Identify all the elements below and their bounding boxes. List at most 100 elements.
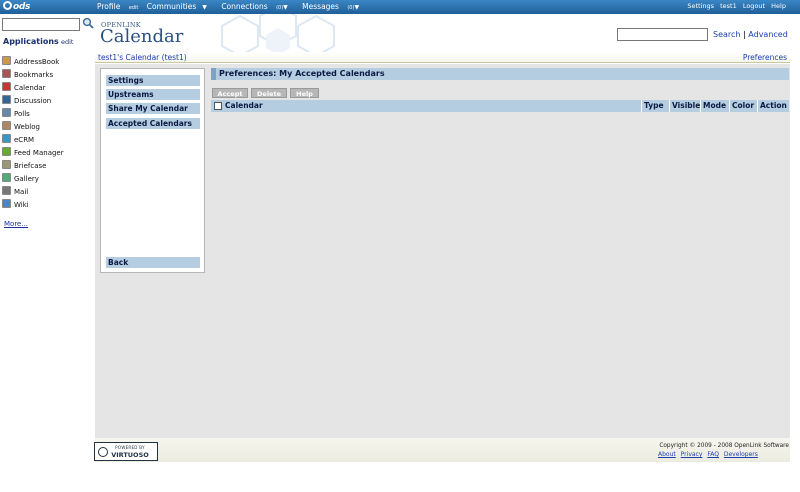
mail-icon bbox=[2, 186, 11, 195]
app-item-label: Polls bbox=[14, 110, 30, 118]
hexagon-decoration bbox=[221, 14, 335, 54]
app-search-input[interactable] bbox=[2, 18, 80, 31]
gallery-icon bbox=[2, 173, 11, 182]
ecrm-icon bbox=[2, 134, 11, 143]
table-header: Calendar Type Visible Mode Color Action bbox=[211, 100, 789, 112]
nav-messages-label: Messages bbox=[302, 2, 339, 11]
advanced-search-link[interactable]: Advanced bbox=[748, 30, 788, 39]
account-links: Settings test1 Logout Help bbox=[683, 2, 786, 10]
bookmarks-icon bbox=[2, 69, 11, 78]
header-search-input[interactable] bbox=[617, 28, 708, 41]
preferences-link[interactable]: Preferences bbox=[743, 53, 787, 62]
nav-connections-label: Connections bbox=[221, 2, 268, 11]
breadcrumb-bar: test1's Calendar (test1) Preferences bbox=[95, 52, 790, 63]
calendar-icon bbox=[2, 82, 11, 91]
wiki-icon bbox=[2, 199, 11, 208]
addressbook-icon bbox=[2, 56, 11, 65]
column-color[interactable]: Color bbox=[729, 100, 754, 112]
column-calendar[interactable]: Calendar bbox=[223, 100, 263, 112]
app-item-calendar[interactable]: Calendar bbox=[2, 82, 64, 95]
footer-privacy-link[interactable]: Privacy bbox=[681, 451, 703, 458]
more-apps-link[interactable]: More... bbox=[4, 220, 28, 228]
app-item-discussion[interactable]: Discussion bbox=[2, 95, 64, 108]
settings-link[interactable]: Settings bbox=[687, 2, 714, 10]
breadcrumb[interactable]: test1's Calendar (test1) bbox=[98, 53, 187, 62]
app-item-label: Wiki bbox=[14, 201, 29, 209]
column-visible[interactable]: Visible bbox=[669, 100, 700, 112]
header-search-links: Search | Advanced bbox=[713, 30, 788, 39]
nav-communities-label: Communities bbox=[146, 2, 197, 11]
discussion-icon bbox=[2, 95, 11, 104]
footer-about-link[interactable]: About bbox=[658, 451, 676, 458]
nav-profile-edit[interactable]: edit bbox=[129, 5, 139, 11]
back-button[interactable]: Back bbox=[106, 257, 200, 268]
ods-logo-icon bbox=[3, 1, 12, 10]
app-item-weblog[interactable]: Weblog bbox=[2, 121, 64, 134]
top-navigation-bar: ods Profile edit Communities ▼ Connection… bbox=[0, 0, 800, 14]
help-button[interactable]: Help bbox=[290, 88, 319, 98]
menu-item-share-my-calendar[interactable]: Share My Calendar bbox=[106, 103, 200, 114]
ods-logo-text: ods bbox=[13, 2, 31, 12]
user-link[interactable]: test1 bbox=[720, 2, 737, 10]
app-item-ecrm[interactable]: eCRM bbox=[2, 134, 64, 147]
menu-item-upstreams[interactable]: Upstreams bbox=[106, 89, 200, 100]
panel-title: Preferences: My Accepted Calendars bbox=[211, 68, 789, 80]
accepted-calendars-panel: Preferences: My Accepted Calendars Accep… bbox=[211, 68, 789, 112]
application-list: AddressBook Bookmarks Calendar Discussion Po… bbox=[2, 56, 64, 212]
briefcase-icon bbox=[2, 160, 11, 169]
delete-button[interactable]: Delete bbox=[251, 88, 287, 98]
copyright-text: Copyright © 2009 - 2008 OpenLink Softwar… bbox=[659, 443, 789, 449]
footer-faq-link[interactable]: FAQ bbox=[707, 451, 719, 458]
app-item-bookmarks[interactable]: Bookmarks bbox=[2, 69, 64, 82]
feed-icon bbox=[2, 147, 11, 156]
app-item-gallery[interactable]: Gallery bbox=[2, 173, 64, 186]
footer-developers-link[interactable]: Developers bbox=[724, 451, 758, 458]
applications-edit-link[interactable]: edit bbox=[61, 38, 73, 46]
app-item-label: Gallery bbox=[14, 175, 39, 183]
app-item-label: Mail bbox=[14, 188, 29, 196]
column-type[interactable]: Type bbox=[641, 100, 664, 112]
chevron-down-icon: ▼ bbox=[283, 4, 288, 11]
nav-profile-label: Profile bbox=[97, 2, 121, 11]
app-item-mail[interactable]: Mail bbox=[2, 186, 64, 199]
badge-top-text: POWERED BY bbox=[115, 445, 145, 450]
menu-item-accepted-calendars[interactable]: Accepted Calendars bbox=[106, 118, 200, 129]
app-item-label: Bookmarks bbox=[14, 71, 54, 79]
powered-by-virtuoso-badge[interactable]: POWERED BY VIRTUOSO bbox=[94, 442, 158, 461]
app-title: Calendar bbox=[100, 26, 184, 47]
app-item-label: eCRM bbox=[14, 136, 35, 144]
app-item-feed-manager[interactable]: Feed Manager bbox=[2, 147, 64, 160]
search-link[interactable]: Search bbox=[713, 30, 740, 39]
column-action[interactable]: Action bbox=[757, 100, 787, 112]
footer-band bbox=[95, 438, 790, 462]
help-link[interactable]: Help bbox=[771, 2, 786, 10]
nav-profile[interactable]: Profile edit bbox=[97, 2, 138, 11]
main-content-area: Settings Upstreams Share My Calendar Acc… bbox=[95, 64, 790, 438]
nav-connections[interactable]: Connections (0)▼ bbox=[221, 2, 293, 11]
app-item-wiki[interactable]: Wiki bbox=[2, 199, 64, 212]
chevron-down-icon: ▼ bbox=[354, 4, 360, 11]
app-item-label: Weblog bbox=[14, 123, 40, 131]
applications-heading: Applications bbox=[3, 37, 59, 46]
app-item-polls[interactable]: Polls bbox=[2, 108, 64, 121]
select-all-checkbox[interactable] bbox=[214, 102, 222, 110]
app-item-addressbook[interactable]: AddressBook bbox=[2, 56, 64, 69]
ods-logo[interactable]: ods bbox=[3, 1, 30, 12]
nav-messages[interactable]: Messages (0)▼ bbox=[302, 2, 365, 11]
app-item-label: Discussion bbox=[14, 97, 52, 105]
app-item-label: Feed Manager bbox=[14, 149, 64, 157]
polls-icon bbox=[2, 108, 11, 117]
app-item-briefcase[interactable]: Briefcase bbox=[2, 160, 64, 173]
menu-item-settings[interactable]: Settings bbox=[106, 75, 200, 86]
nav-communities[interactable]: Communities ▼ bbox=[147, 2, 213, 11]
link-separator: | bbox=[743, 30, 746, 39]
badge-main-text: VIRTUOSO bbox=[111, 451, 149, 459]
app-item-label: Calendar bbox=[14, 84, 46, 92]
logout-link[interactable]: Logout bbox=[743, 2, 765, 10]
search-icon[interactable] bbox=[82, 17, 94, 29]
column-mode[interactable]: Mode bbox=[700, 100, 726, 112]
app-item-label: Briefcase bbox=[14, 162, 47, 170]
accept-button[interactable]: Accept bbox=[212, 88, 248, 98]
footer-links: About Privacy FAQ Developers bbox=[658, 451, 761, 458]
main-nav: Profile edit Communities ▼ Connections (0… bbox=[97, 2, 371, 11]
